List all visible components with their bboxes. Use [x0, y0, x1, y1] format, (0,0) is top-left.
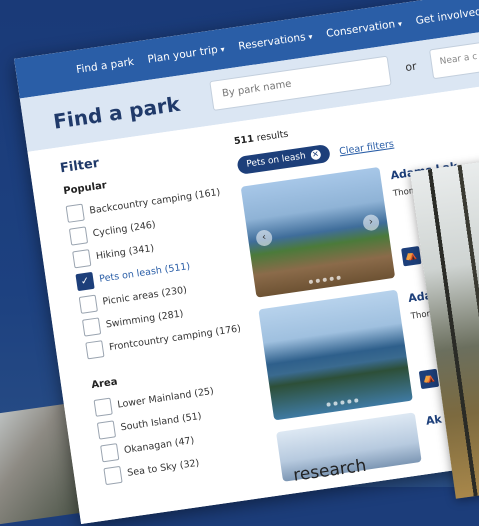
checkbox[interactable]: [65, 203, 85, 223]
filter-chip[interactable]: Pets on leash ✕: [236, 143, 331, 175]
nav-get-involved[interactable]: Get involved▾: [415, 5, 479, 27]
checkbox[interactable]: [81, 317, 102, 337]
near-location-input[interactable]: Near a c: [428, 32, 479, 80]
chevron-down-icon: ▾: [397, 19, 403, 29]
checkbox[interactable]: [78, 294, 98, 314]
park-photo: [258, 289, 413, 421]
park-name[interactable]: Ak: [425, 413, 443, 428]
close-icon[interactable]: ✕: [309, 149, 322, 161]
carousel-dots: [308, 275, 341, 285]
checkbox[interactable]: [85, 340, 105, 360]
or-label: or: [404, 59, 418, 75]
backcountry-camping-icon: ⛺: [401, 246, 422, 267]
checkbox[interactable]: [100, 443, 120, 463]
checkbox[interactable]: [96, 420, 117, 440]
filter-panel: Filter Popular Backcountry camping (161)…: [59, 139, 264, 488]
amenity-icons: ⛺: [418, 368, 440, 390]
main-content: Filter Popular Backcountry camping (161)…: [27, 77, 479, 525]
nav-plan-your-trip[interactable]: Plan your trip ▾: [147, 43, 226, 66]
chevron-down-icon: ▾: [307, 32, 314, 42]
nav-find-a-park[interactable]: Find a park: [75, 56, 134, 76]
checkbox-checked[interactable]: ✓: [75, 271, 95, 292]
chevron-left-icon[interactable]: ‹: [255, 228, 274, 248]
chevron-right-icon[interactable]: ›: [362, 213, 381, 232]
checkbox[interactable]: [93, 397, 113, 417]
nav-conservation[interactable]: Conservation ▾: [325, 17, 402, 40]
backcountry-camping-icon: ⛺: [418, 368, 440, 390]
clear-filters-link[interactable]: Clear filters: [339, 138, 395, 157]
checkbox[interactable]: [68, 226, 89, 246]
park-photo: ‹ ›: [240, 166, 396, 298]
checkbox[interactable]: [72, 249, 92, 269]
checkbox[interactable]: [103, 465, 123, 486]
nav-reservations[interactable]: Reservations ▾: [238, 30, 314, 53]
page-title: Find a park: [51, 91, 182, 134]
carousel-dots: [326, 398, 359, 407]
browser-window: Find a park Plan your trip ▾ Reservations…: [14, 0, 479, 525]
chevron-down-icon: ▾: [220, 44, 226, 55]
